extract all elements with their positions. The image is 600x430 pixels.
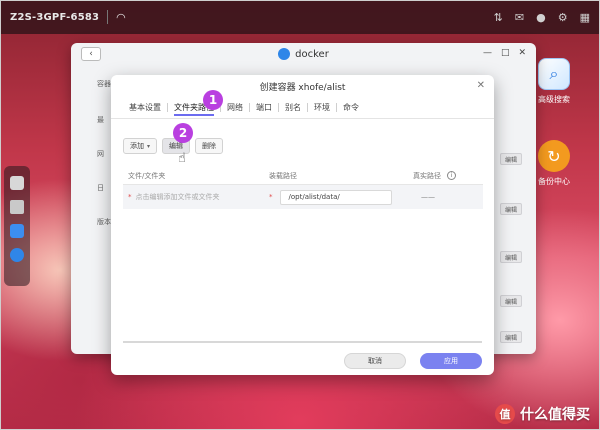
message-icon[interactable]: ✉ — [515, 11, 524, 24]
column-header-mount-path: 装载路径 — [269, 171, 297, 180]
horizontal-scrollbar[interactable] — [123, 341, 482, 343]
back-button[interactable]: ‹ — [81, 47, 101, 61]
create-container-dialog: 创建容器 xhofe/alist ✕ 基本设置 文件夹路径 网络 端口 别名 环… — [111, 75, 494, 375]
close-icon[interactable]: ✕ — [518, 48, 526, 58]
column-header-real-path: 真实路径 i — [401, 171, 483, 181]
minimize-icon[interactable]: — — [483, 48, 492, 58]
sidebar-label: 版本 — [97, 218, 111, 226]
row-edit-button[interactable]: 编辑 — [500, 203, 522, 215]
delete-button[interactable]: 删除 — [195, 138, 224, 154]
step-badge-1: 1 — [203, 90, 223, 110]
sidebar-label: 网 — [97, 150, 104, 158]
window-title: docker — [295, 48, 329, 60]
tab-network[interactable]: 网络 — [221, 97, 249, 119]
tab-port[interactable]: 端口 — [250, 97, 278, 119]
column-header-file: 文件/文件夹 — [128, 171, 166, 180]
add-button-label: 添加 — [130, 142, 144, 150]
apply-button[interactable]: 应用 — [420, 353, 482, 369]
tab-environment[interactable]: 环境 — [308, 97, 336, 119]
table-row[interactable]: * 点击编辑添加文件或文件夹 * /opt/alist/data/ —— — [123, 185, 483, 209]
dialog-title: 创建容器 xhofe/alist — [259, 82, 346, 93]
maximize-icon[interactable]: □ — [501, 48, 510, 58]
row-edit-button[interactable]: 编辑 — [500, 295, 522, 307]
tab-bar: 基本设置 文件夹路径 网络 端口 别名 环境 命令 — [111, 97, 494, 119]
grid-icon[interactable]: ▦ — [580, 11, 590, 24]
gear-icon[interactable]: ⚙ — [558, 11, 568, 24]
apps-icon[interactable] — [10, 200, 24, 214]
folder-toolbar: 添加 ▾ 编辑 删除 — [123, 138, 224, 154]
sidebar-label: 最 — [97, 116, 104, 124]
required-marker: * — [128, 193, 132, 201]
folder-icon[interactable] — [10, 224, 24, 238]
wifi-icon[interactable]: ◠ — [116, 11, 126, 24]
folder-table: 文件/文件夹 装载路径 真实路径 i * 点击编辑添加文件或文件夹 * /opt/… — [123, 167, 483, 209]
required-marker: * — [269, 193, 273, 201]
docker-titlebar: ‹ docker — □ ✕ — [71, 43, 536, 65]
mount-path-cell: * /opt/alist/data/ — [267, 189, 401, 205]
column-header-label: 真实路径 — [413, 171, 441, 180]
sidebar-label: 日 — [97, 184, 104, 192]
docker-sidebar: 容器 最 网 日 版本 — [71, 65, 111, 354]
real-path-cell: —— — [421, 193, 435, 201]
mount-path-input[interactable]: /opt/alist/data/ — [279, 189, 392, 205]
hostname: Z2S-3GPF-6583 — [10, 11, 100, 23]
step-badge-2: 2 — [173, 123, 193, 143]
docker-icon[interactable] — [10, 248, 24, 262]
dialog-titlebar: 创建容器 xhofe/alist ✕ — [111, 75, 494, 97]
watermark: 值 什么值得买 — [495, 404, 590, 424]
row-edit-button[interactable]: 编辑 — [500, 331, 522, 343]
cancel-button[interactable]: 取消 — [344, 353, 406, 369]
divider — [107, 10, 109, 24]
watermark-text: 什么值得买 — [520, 407, 590, 423]
add-button[interactable]: 添加 ▾ — [123, 138, 158, 154]
sidebar-label: 容器 — [97, 80, 111, 88]
tab-basic-settings[interactable]: 基本设置 — [123, 97, 167, 119]
table-header: 文件/文件夹 装载路径 真实路径 i — [123, 167, 483, 185]
sort-icon[interactable]: ⇅ — [494, 11, 503, 24]
tab-command[interactable]: 命令 — [337, 97, 365, 119]
docker-logo-icon — [278, 48, 291, 60]
user-icon[interactable]: ● — [536, 11, 546, 24]
top-bar: Z2S-3GPF-6583 ◠ ⇅ ✉ ● ⚙ ▦ — [0, 0, 600, 34]
left-dock — [4, 166, 30, 286]
hand-cursor-icon: ☝ — [178, 151, 186, 166]
watermark-logo-icon: 值 — [495, 404, 515, 424]
info-icon[interactable]: i — [447, 171, 456, 180]
close-icon[interactable]: ✕ — [477, 80, 485, 91]
tab-alias[interactable]: 别名 — [279, 97, 307, 119]
file-cell: * 点击编辑添加文件或文件夹 — [123, 192, 267, 202]
storage-icon[interactable] — [10, 176, 24, 190]
chevron-down-icon: ▾ — [147, 142, 151, 150]
search-icon: ⌕ — [538, 58, 570, 90]
row-edit-button[interactable]: 编辑 — [500, 251, 522, 263]
backup-icon: ↻ — [538, 140, 570, 172]
row-edit-button[interactable]: 编辑 — [500, 153, 522, 165]
file-placeholder: 点击编辑添加文件或文件夹 — [135, 193, 220, 201]
